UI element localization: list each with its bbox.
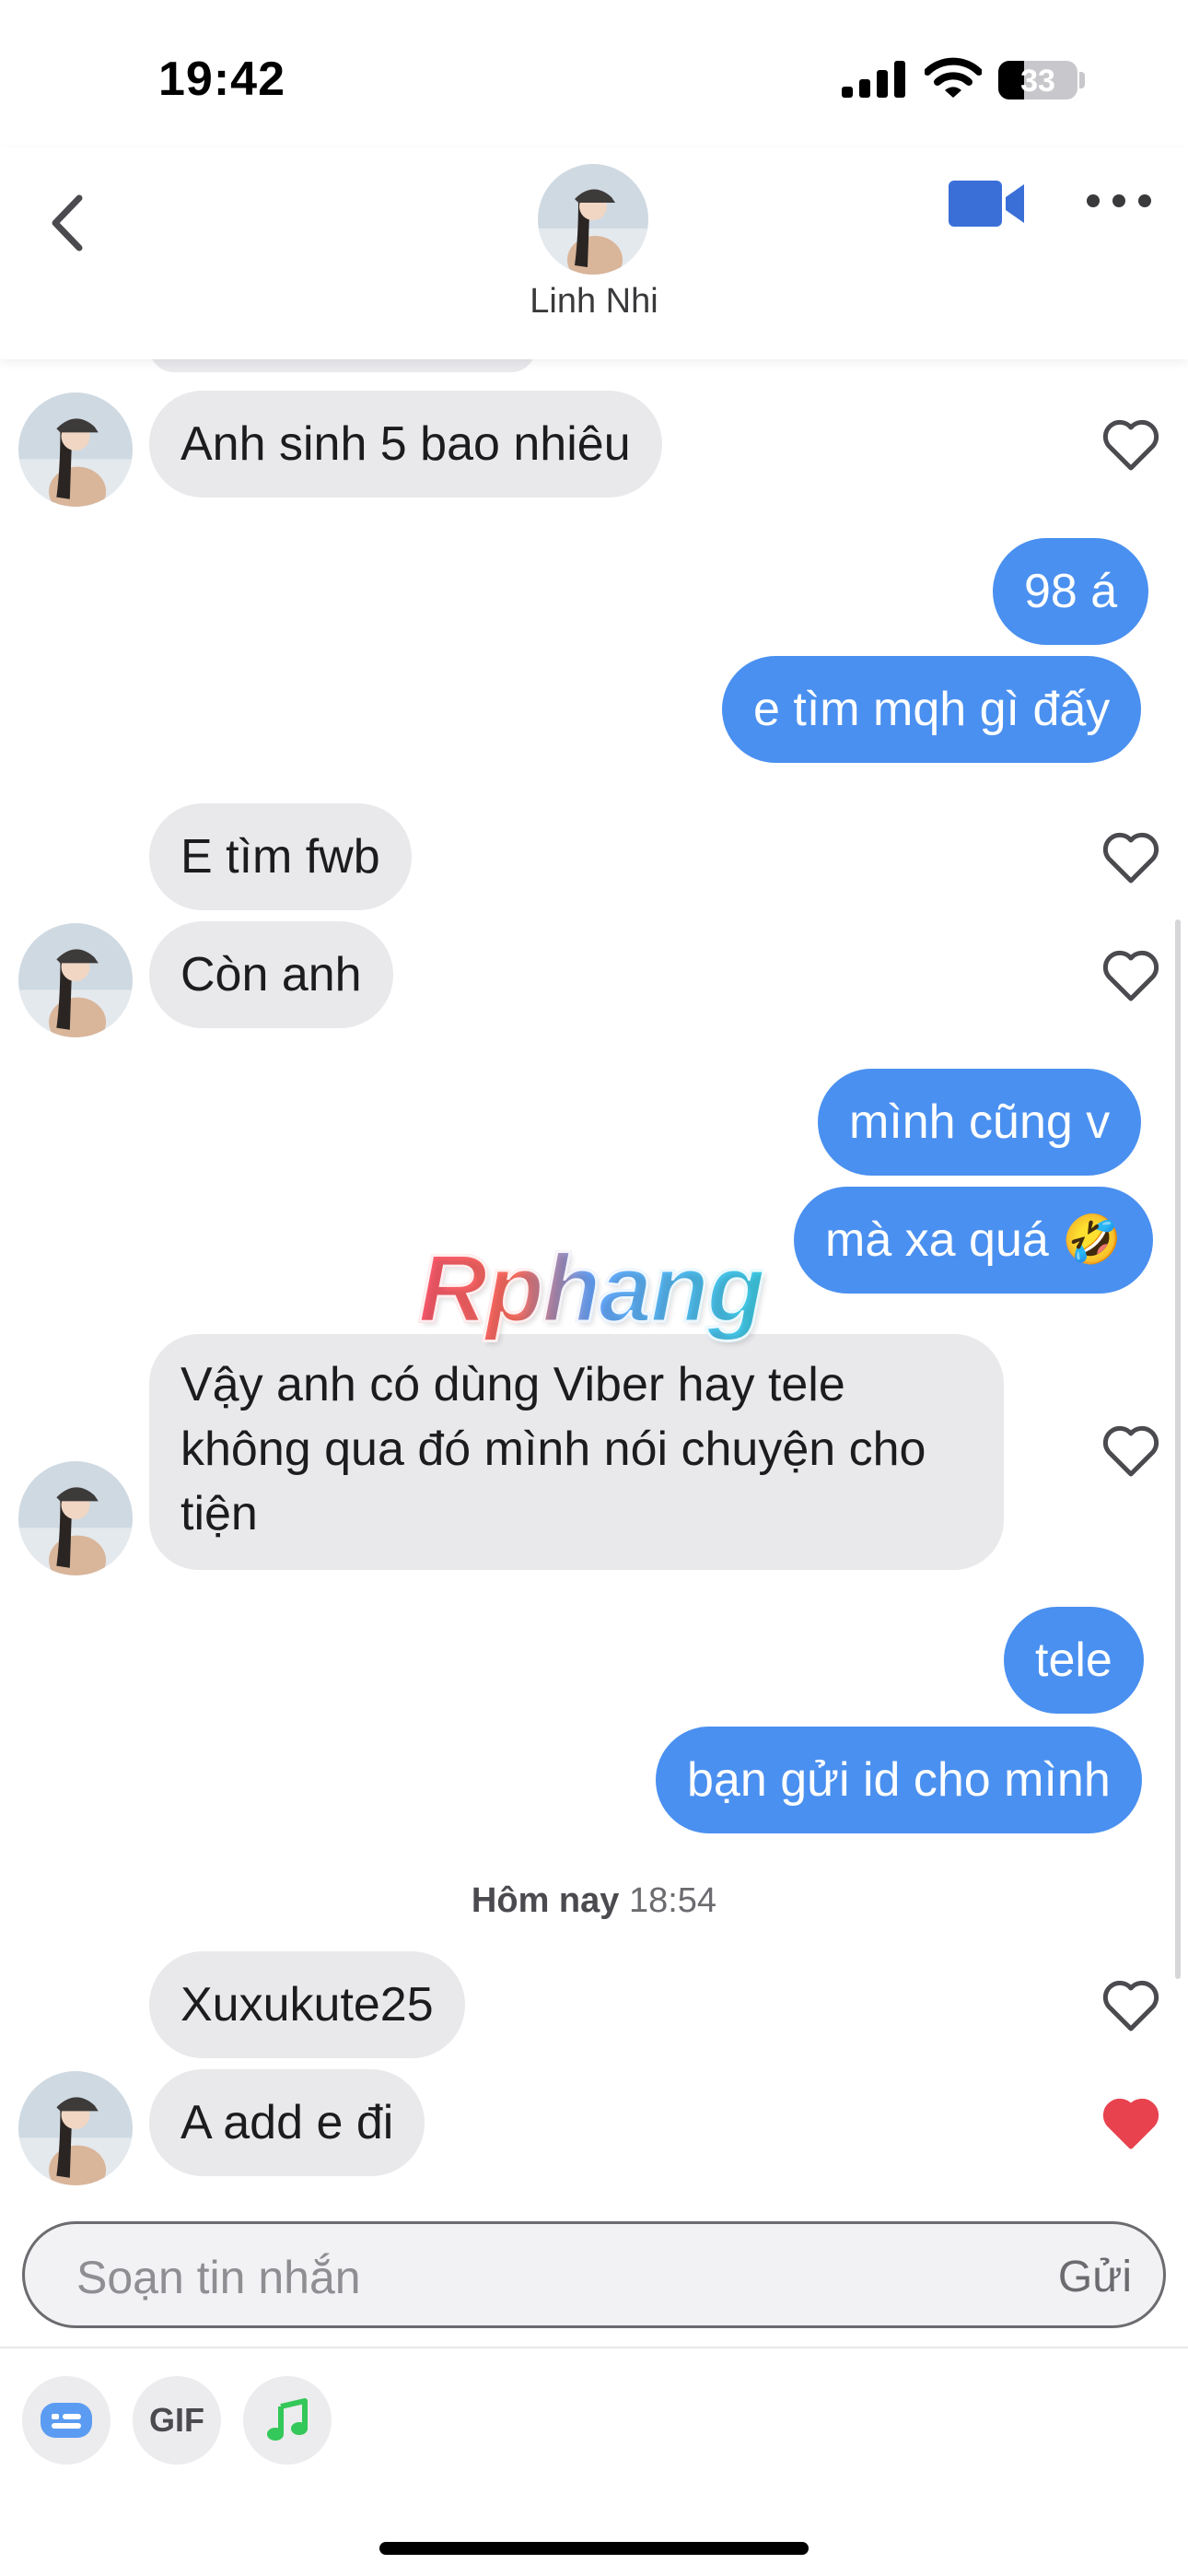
contact-avatar-small[interactable]	[18, 392, 133, 507]
signal-icon	[842, 61, 905, 98]
heart-filled-icon[interactable]	[1101, 2097, 1160, 2150]
message-bubble-incoming[interactable]: Anh sinh 5 bao nhiêu	[149, 391, 662, 498]
message-bubble-outgoing[interactable]: e tìm mqh gì đấy	[722, 656, 1142, 763]
wifi-icon	[925, 57, 982, 98]
timestamp-time: 18:54	[628, 1881, 717, 1920]
back-button[interactable]	[37, 184, 96, 262]
avatar-photo	[18, 1461, 133, 1575]
more-options-icon[interactable]	[1087, 182, 1151, 219]
scrollbar[interactable]	[1175, 919, 1181, 1979]
message-bubble-incoming[interactable]: Vậy anh có dùng Viber hay tele không qua…	[149, 1334, 1004, 1570]
message-bubble-incoming[interactable]: A add e đi	[149, 2069, 425, 2176]
more-dot	[1112, 194, 1125, 207]
divider	[0, 2347, 1188, 2348]
compose-box: Gửi	[22, 2221, 1166, 2328]
video-call-icon[interactable]	[947, 171, 1030, 236]
battery-percentage: 33	[1020, 64, 1055, 99]
battery-cap	[1079, 72, 1085, 88]
contact-avatar[interactable]	[538, 164, 648, 275]
watermark-logo: Rphang	[416, 1235, 766, 1344]
message-bubble-outgoing[interactable]: tele	[1004, 1607, 1144, 1714]
more-dot	[1087, 194, 1100, 207]
sticker-icon	[41, 2403, 92, 2438]
message-bubble-incoming[interactable]: E tìm fwb	[149, 803, 412, 910]
contact-name[interactable]: Linh Nhi	[0, 282, 1188, 322]
avatar-photo	[18, 392, 133, 507]
composer: Gửi GIF	[0, 2197, 1188, 2576]
message-bubble-partial	[149, 359, 536, 372]
message-bubble-incoming[interactable]: Còn anh	[149, 921, 393, 1028]
music-button[interactable]	[243, 2376, 332, 2465]
send-button[interactable]: Gửi	[1058, 2252, 1132, 2302]
message-bubble-outgoing[interactable]: 98 á	[993, 538, 1149, 645]
timestamp-day: Hôm nay	[471, 1881, 620, 1920]
contact-avatar-small[interactable]	[18, 2071, 133, 2185]
sticker-button[interactable]	[22, 2376, 111, 2465]
avatar-photo	[538, 164, 648, 275]
more-dot	[1138, 194, 1151, 207]
chat-header: Linh Nhi	[0, 147, 1188, 359]
gif-label: GIF	[149, 2401, 204, 2439]
contact-avatar-small[interactable]	[18, 1461, 133, 1575]
music-note-icon	[267, 2398, 308, 2441]
message-bubble-outgoing[interactable]: mà xa quá 🤣	[794, 1187, 1154, 1294]
message-bubble-incoming[interactable]: Xuxukute25	[149, 1951, 465, 2058]
gif-button[interactable]: GIF	[133, 2376, 221, 2465]
chevron-left-icon	[52, 194, 83, 252]
contact-avatar-small[interactable]	[18, 923, 133, 1037]
message-input[interactable]	[76, 2250, 905, 2305]
status-time: 19:42	[158, 53, 285, 106]
heart-icon[interactable]	[1101, 418, 1160, 472]
battery-icon: 33	[998, 61, 1077, 100]
date-separator: Hôm nay 18:54	[0, 1881, 1188, 1921]
heart-icon[interactable]	[1101, 831, 1160, 884]
message-bubble-outgoing[interactable]: mình cũng v	[818, 1069, 1142, 1176]
home-indicator[interactable]	[379, 2542, 809, 2555]
heart-icon[interactable]	[1101, 1979, 1160, 2032]
avatar-photo	[18, 2071, 133, 2185]
avatar-photo	[18, 923, 133, 1037]
message-bubble-outgoing[interactable]: bạn gửi id cho mình	[656, 1727, 1142, 1833]
heart-icon[interactable]	[1101, 1424, 1160, 1478]
heart-icon[interactable]	[1101, 949, 1160, 1002]
status-bar: 19:42 33	[0, 0, 1188, 147]
